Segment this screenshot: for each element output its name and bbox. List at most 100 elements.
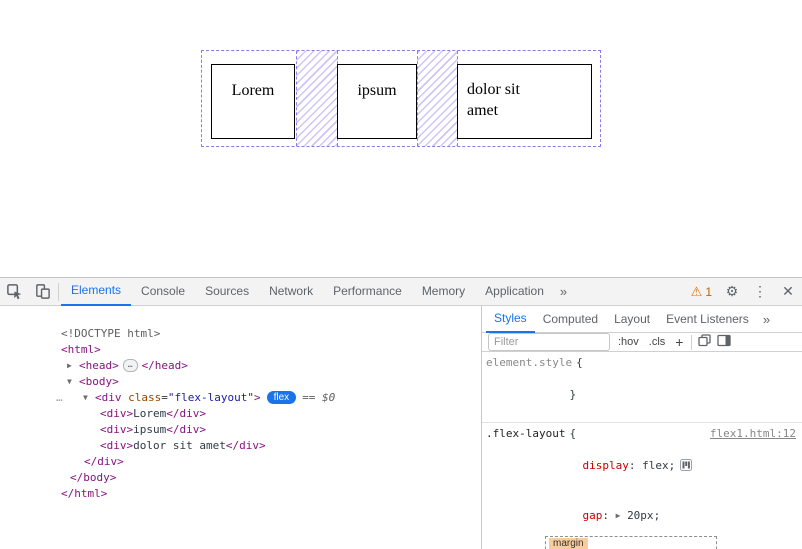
attr-equals: = xyxy=(161,391,168,404)
warning-icon: ⚠ xyxy=(691,284,703,300)
colon: : xyxy=(629,459,642,472)
dom-tree: <!DOCTYPE html> <html> ▶<head> … </head> ▼… xyxy=(0,306,481,549)
tag-text: <html> xyxy=(61,343,101,356)
styles-filter-bar: :hov .cls + xyxy=(482,333,802,352)
filter-bar-separator xyxy=(691,335,692,350)
expand-arrow-icon[interactable]: ▼ xyxy=(67,374,79,390)
property-name: gap xyxy=(582,509,602,522)
semicolon: ; xyxy=(654,509,661,522)
kebab-menu-icon[interactable]: ⋮ xyxy=(746,278,774,306)
more-style-tabs-icon[interactable]: » xyxy=(757,312,776,327)
styles-sidebar: Styles Computed Layout Event Listeners »… xyxy=(481,306,802,549)
close-brace: } xyxy=(569,388,576,401)
css-property[interactable]: gap: ▶ 20px; xyxy=(486,492,798,540)
tab-styles[interactable]: Styles xyxy=(486,306,535,333)
flex-badge[interactable]: flex xyxy=(267,391,297,404)
tag-text: > xyxy=(254,391,261,404)
split-panel-glyph xyxy=(717,334,731,347)
inspect-element-icon[interactable] xyxy=(0,278,28,306)
property-name: display xyxy=(582,459,628,472)
box-model-margin-box[interactable]: margin xyxy=(545,536,717,549)
tab-elements[interactable]: Elements xyxy=(61,278,131,306)
flex-editor-glyph xyxy=(680,459,692,471)
devtools-panel: Elements Console Sources Network Perform… xyxy=(0,277,802,549)
toggle-pseudo-state-button[interactable]: :hov xyxy=(616,336,641,348)
attr-name: class xyxy=(121,391,161,404)
new-style-rule-button[interactable]: + xyxy=(673,334,685,350)
tag-text: <div xyxy=(95,391,122,404)
tag-text: <head> xyxy=(79,359,119,372)
node-text: Lorem xyxy=(133,407,166,420)
copy-glyph xyxy=(698,334,711,347)
more-tabs-icon[interactable]: » xyxy=(554,284,573,299)
stylesheet-source-link[interactable]: flex1.html:12 xyxy=(710,426,798,442)
tab-sources[interactable]: Sources xyxy=(195,278,259,306)
flex-item-ipsum: ipsum xyxy=(337,64,417,139)
toggle-element-classes-button[interactable]: .cls xyxy=(647,336,668,348)
selected-node-hint: == $0 xyxy=(302,391,335,404)
collapsed-content-ellipsis[interactable]: … xyxy=(123,359,138,372)
flex-container-overlay: Lorem ipsum dolor sit amet xyxy=(201,50,601,147)
semicolon: ; xyxy=(669,459,676,472)
selector-text: element.style xyxy=(486,355,572,371)
devtools-body: <!DOCTYPE html> <html> ▶<head> … </head> ▼… xyxy=(0,306,802,549)
inspect-element-glyph xyxy=(6,283,23,300)
devtools-toolbar: Elements Console Sources Network Perform… xyxy=(0,278,802,306)
flex-gap-hatch xyxy=(296,51,338,146)
flex-item-dolor: dolor sit amet xyxy=(457,64,592,139)
selector-text: .flex-layout xyxy=(486,426,565,442)
colon: : xyxy=(602,509,615,522)
tab-memory[interactable]: Memory xyxy=(412,278,475,306)
flex-editor-icon[interactable] xyxy=(680,459,692,476)
node-text: ipsum xyxy=(133,423,166,436)
tag-text: </div> xyxy=(84,455,124,468)
tab-event-listeners[interactable]: Event Listeners xyxy=(658,306,757,333)
tag-text: </div> xyxy=(166,407,206,420)
tag-text: </div> xyxy=(166,423,206,436)
box-model-margin-label: margin xyxy=(549,538,588,549)
tab-network[interactable]: Network xyxy=(259,278,323,306)
doctype-text: <!DOCTYPE html> xyxy=(61,327,160,340)
tab-console[interactable]: Console xyxy=(131,278,195,306)
property-value: 20px xyxy=(627,509,654,522)
tag-text: <div> xyxy=(100,407,133,420)
property-value: flex xyxy=(642,459,669,472)
tag-text: </head> xyxy=(142,359,188,372)
tag-text: <body> xyxy=(79,375,119,388)
open-brace: { xyxy=(576,355,583,371)
warning-count: 1 xyxy=(705,285,712,299)
node-text: dolor sit amet xyxy=(133,439,226,452)
attr-value: "flex-layout" xyxy=(168,391,254,404)
close-devtools-icon[interactable]: ✕ xyxy=(774,278,802,306)
style-rules-list: element.style { } .flex-layout { flex1.h… xyxy=(482,352,802,549)
flex-gap-hatch xyxy=(417,51,458,146)
flex-item-lorem: Lorem xyxy=(211,64,295,139)
css-property[interactable]: display: flex; xyxy=(486,442,798,492)
tag-text: </body> xyxy=(70,471,116,484)
tab-layout[interactable]: Layout xyxy=(606,306,658,333)
styles-tabbar: Styles Computed Layout Event Listeners » xyxy=(482,306,802,333)
toggle-computed-sidebar-icon[interactable] xyxy=(717,334,731,350)
warning-counter[interactable]: ⚠ 1 xyxy=(685,284,718,300)
node-menu-ellipsis[interactable]: … xyxy=(56,390,83,406)
device-toolbar-icon[interactable] xyxy=(28,278,56,306)
device-toolbar-glyph xyxy=(34,283,51,300)
tag-text: </div> xyxy=(226,439,266,452)
expand-arrow-icon[interactable]: ▼ xyxy=(83,390,95,406)
tag-text: <div> xyxy=(100,423,133,436)
tab-application[interactable]: Application xyxy=(475,278,554,306)
toolbar-separator xyxy=(58,283,59,301)
dom-doctype[interactable]: <!DOCTYPE html> xyxy=(0,310,481,326)
open-brace: { xyxy=(569,426,576,442)
rule-element-style[interactable]: element.style { } xyxy=(482,352,802,423)
tag-text: </html> xyxy=(61,487,107,500)
rule-flex-layout[interactable]: .flex-layout { flex1.html:12 display: fl… xyxy=(482,423,802,549)
tab-performance[interactable]: Performance xyxy=(323,278,412,306)
styles-filter-input[interactable] xyxy=(488,333,610,351)
tab-computed[interactable]: Computed xyxy=(535,306,606,333)
tag-text: <div> xyxy=(100,439,133,452)
rendered-page: Lorem ipsum dolor sit amet xyxy=(0,0,802,277)
settings-gear-icon[interactable]: ⚙ xyxy=(718,278,746,306)
collapse-arrow-icon[interactable]: ▶ xyxy=(67,358,79,374)
copy-styles-icon[interactable] xyxy=(698,334,711,350)
